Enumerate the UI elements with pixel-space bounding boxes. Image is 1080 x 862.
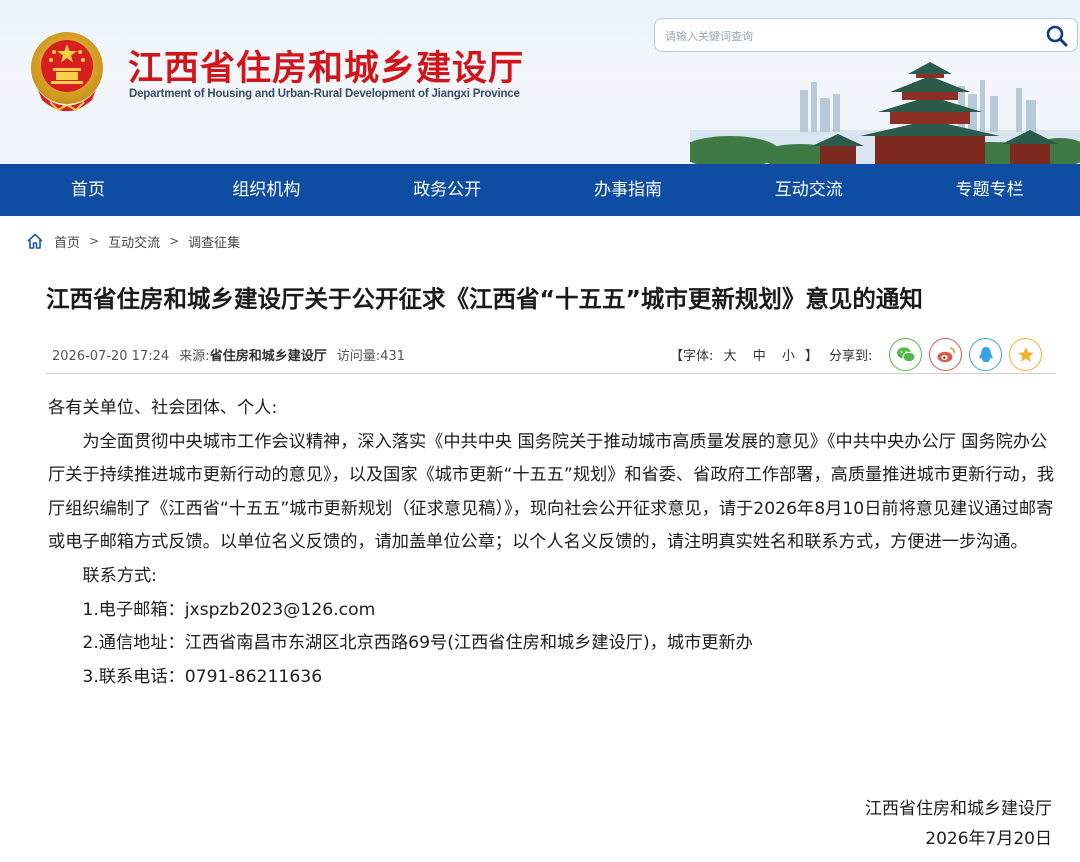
wechat-icon[interactable] [889, 338, 922, 371]
views-label: 访问量: [336, 349, 381, 364]
breadcrumb-survey[interactable]: 调查征集 [188, 232, 240, 251]
nav-item-service-guide[interactable]: 办事指南 [538, 164, 719, 216]
contact-email: 1.电子邮箱：jxspzb2023@126.com [82, 599, 376, 620]
breadcrumb: 首页 > 互动交流 > 调查征集 [26, 231, 240, 251]
site-subtitle: Department of Housing and Urban-Rural De… [129, 88, 520, 100]
weibo-icon[interactable] [929, 338, 962, 371]
home-icon[interactable] [26, 232, 44, 250]
font-size-control: 【字体: 大 中 小 】 [670, 345, 818, 364]
main-nav: 首页 组织机构 政务公开 办事指南 互动交流 专题专栏 [0, 164, 1080, 216]
nav-item-interaction[interactable]: 互动交流 [718, 164, 899, 216]
qzone-icon[interactable] [1009, 338, 1042, 371]
breadcrumb-home[interactable]: 首页 [54, 232, 80, 251]
font-size-large[interactable]: 大 [724, 349, 737, 364]
breadcrumb-separator: > [89, 234, 100, 248]
contact-address: 2.通信地址：江西省南昌市东湖区北京西路69号(江西省住房和城乡建设厅)，城市更… [82, 633, 753, 654]
source-value: 省住房和城乡建设厅 [209, 349, 327, 364]
nav-item-government-affairs[interactable]: 政务公开 [357, 164, 538, 216]
search-box [654, 18, 1078, 52]
search-icon[interactable] [1045, 24, 1069, 48]
font-size-medium[interactable]: 中 [753, 349, 766, 364]
views-value: 431 [380, 349, 406, 364]
search-input[interactable] [665, 26, 1025, 46]
signature: 江西省住房和城乡建设厅 2026年7月20日 [865, 794, 1052, 854]
share-label: 分享到: [829, 349, 873, 364]
contact-heading: 联系方式: [82, 565, 157, 586]
font-size-close: 】 [805, 349, 819, 364]
font-size-label: 【字体: [670, 349, 714, 364]
site-title: 江西省住房和城乡建设厅 [128, 49, 525, 89]
site-header: 江西省住房和城乡建设厅 Department of Housing and Ur… [0, 0, 1080, 164]
qq-icon[interactable] [969, 338, 1002, 371]
share-buttons [889, 338, 1042, 371]
signature-org: 江西省住房和城乡建设厅 [865, 799, 1052, 819]
contact-phone: 3.联系电话：0791-86211636 [82, 666, 323, 687]
nav-item-special-topics[interactable]: 专题专栏 [899, 164, 1080, 216]
breadcrumb-interaction[interactable]: 互动交流 [108, 232, 160, 251]
font-size-small[interactable]: 小 [782, 349, 795, 364]
greeting: 各有关单位、社会团体、个人: [48, 398, 278, 418]
article-body: 各有关单位、社会团体、个人: 为全面贯彻中央城市工作会议精神，深入落实《中共中央… [48, 392, 1056, 694]
city-pavilion-illustration [690, 62, 1080, 164]
nav-item-organization[interactable]: 组织机构 [176, 164, 357, 216]
nav-item-home[interactable]: 首页 [0, 164, 176, 216]
article-title: 江西省住房和城乡建设厅关于公开征求《江西省“十五五”城市更新规划》意见的通知 [46, 285, 923, 313]
article-meta: 2026-07-20 17:24 来源:省住房和城乡建设厅 访问量:431 【字… [46, 336, 1056, 374]
national-emblem-icon [31, 32, 103, 112]
source-label: 来源: [179, 349, 210, 364]
article-info: 2026-07-20 17:24 来源:省住房和城乡建设厅 访问量:431 [52, 345, 411, 364]
signature-date: 2026年7月20日 [925, 829, 1052, 849]
publish-datetime: 2026-07-20 17:24 [52, 349, 170, 364]
body-paragraph: 为全面贯彻中央城市工作会议精神，深入落实《中共中央 国务院关于推动城市高质量发展… [48, 431, 1055, 553]
breadcrumb-separator: > [169, 234, 180, 248]
